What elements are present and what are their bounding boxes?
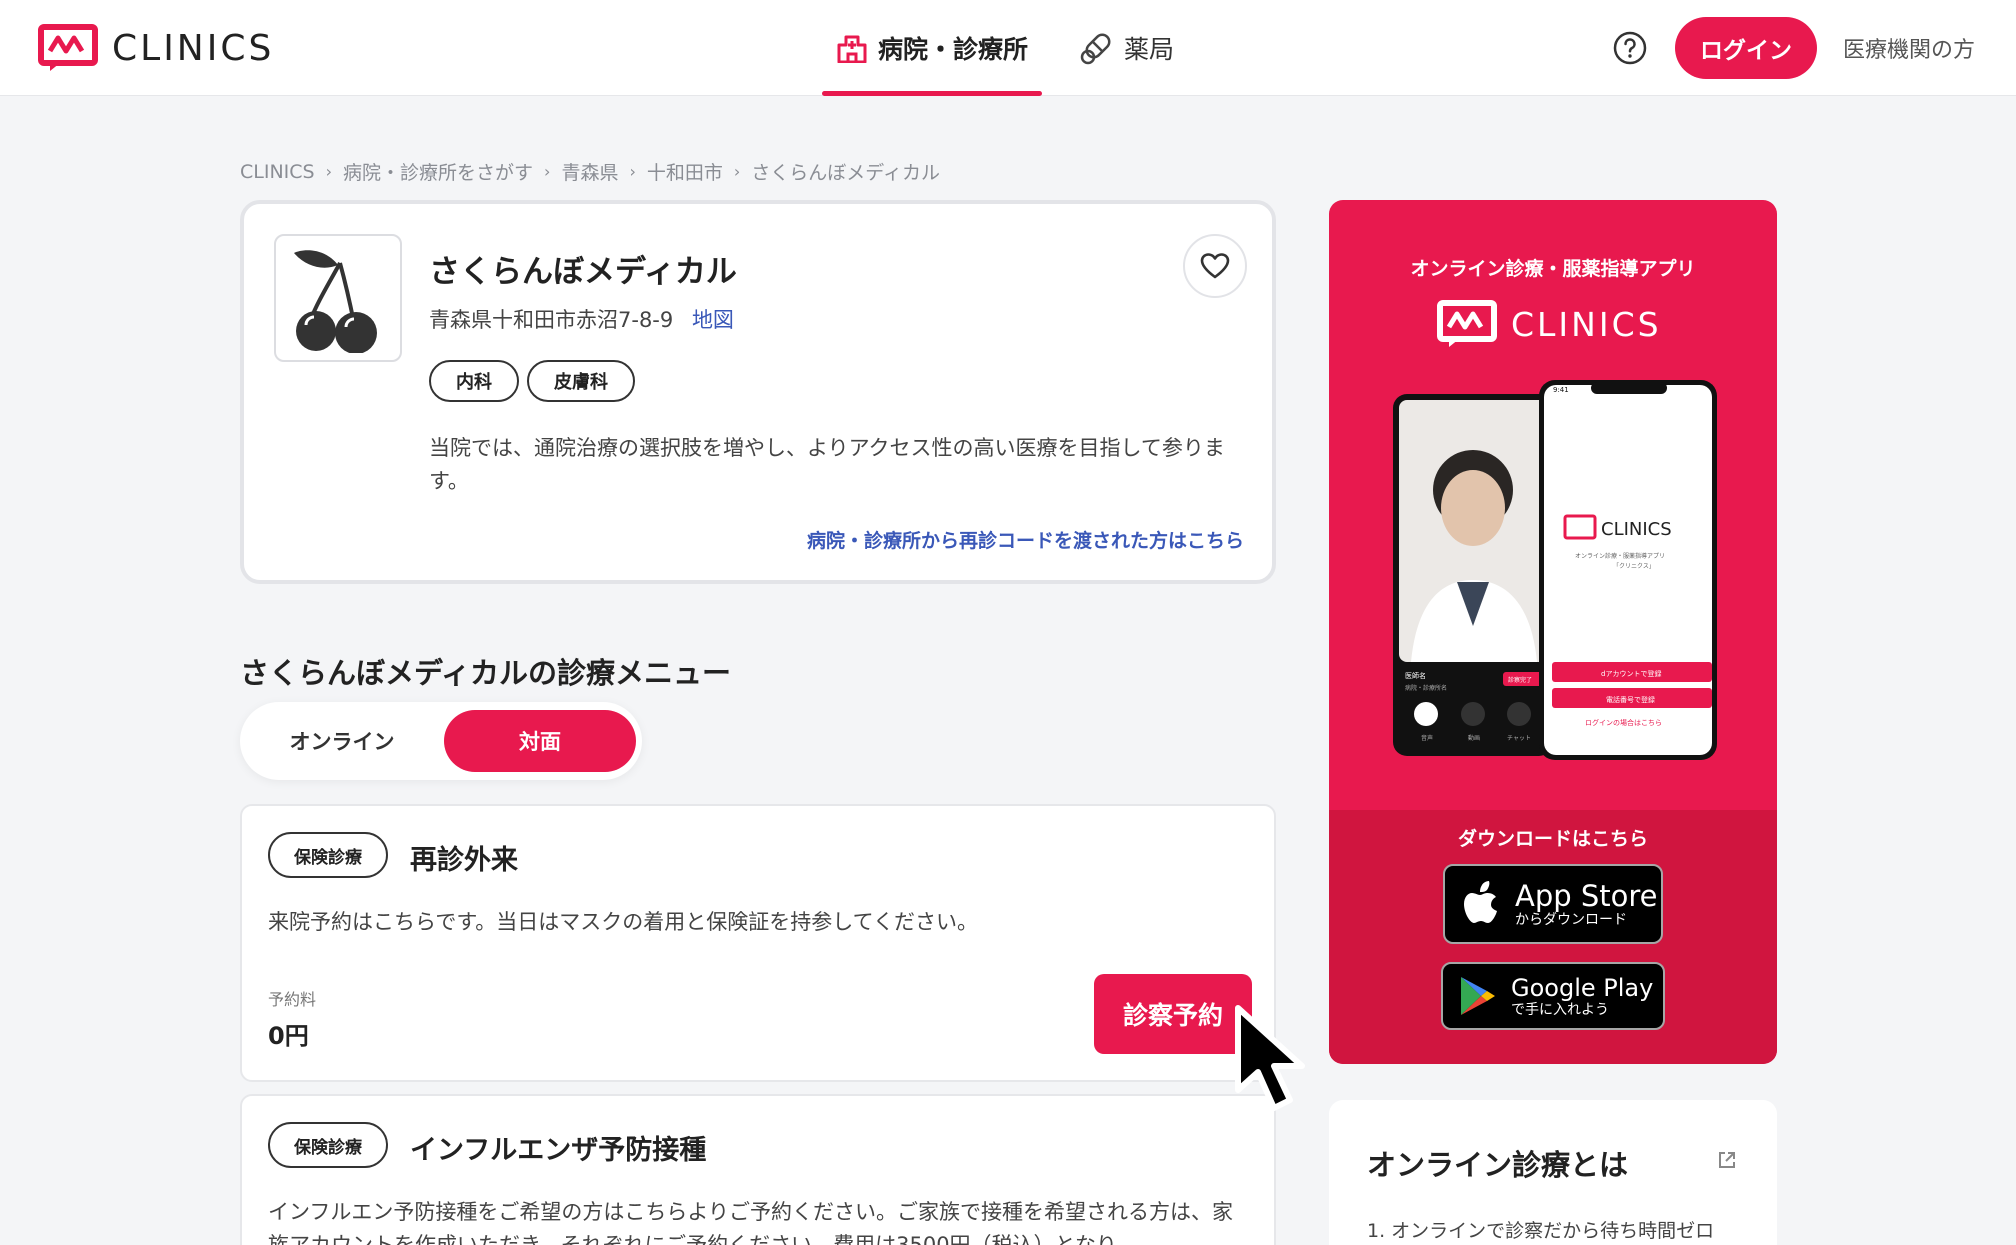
phone-doctor-label: 医師名 <box>1405 671 1426 680</box>
medical-institution-link[interactable]: 医療機関の方 <box>1843 32 1975 64</box>
site-header: CLINICS 病院・診療所 薬局 ログイン 医療機関の方 <box>0 0 2016 96</box>
download-title: ダウンロードはこちら <box>1457 828 1648 850</box>
chevron-right-icon: › <box>325 162 333 181</box>
clinic-name: さくらんぼメディカル <box>429 254 737 290</box>
main-nav: 病院・診療所 薬局 <box>822 0 1188 96</box>
breadcrumb-item[interactable]: 青森県 <box>561 158 618 185</box>
phone-tagline: オンライン診療・服薬指導アプリ <box>1575 552 1665 560</box>
phone-logo-text: CLINICS <box>1601 519 1672 540</box>
download-area: ダウンロードはこちら App Store からダウンロード Google Pla… <box>1329 810 1777 1064</box>
external-link-icon[interactable] <box>1717 1150 1737 1170</box>
app-phones-illustration: 医師名 病院・診療所名 診察完了 音声 動画 チャット 9:41 CLINICS… <box>1393 380 1717 760</box>
breadcrumb-item[interactable]: CLINICS <box>240 161 315 183</box>
insurance-badge: 保険診療 <box>268 832 388 878</box>
chevron-right-icon: › <box>733 162 741 181</box>
menu-section-title: さくらんぼメディカルの診療メニュー <box>240 656 731 690</box>
question-circle-icon[interactable] <box>1612 30 1648 66</box>
clinic-info-card: さくらんぼメディカル 青森県十和田市赤沼7-8-9 地図 内科 皮膚科 当院では… <box>240 200 1276 584</box>
clinics-logo-icon <box>38 24 98 71</box>
insurance-badge: 保険診療 <box>268 1122 388 1168</box>
nav-pharmacy-label: 薬局 <box>1124 35 1175 64</box>
app-promo-panel: オンライン診療・服薬指導アプリ CLINICS 医師名 病院・診療所名 診察完了… <box>1329 200 1777 1064</box>
phone-icon-label: チャット <box>1507 735 1531 742</box>
menu-card: 保険診療 インフルエンザ予防接種 インフルエン予防接種をご希望の方はこちらよりご… <box>240 1094 1276 1245</box>
department-tag: 皮膚科 <box>527 360 635 402</box>
apple-icon <box>1464 881 1497 923</box>
nav-pharmacy[interactable]: 薬局 <box>1066 0 1188 96</box>
fee-value: 0円 <box>268 1022 309 1050</box>
toggle-in-person[interactable]: 対面 <box>444 710 636 772</box>
google-play-sub-label: で手に入れよう <box>1511 1002 1609 1018</box>
about-item: 1. オンラインで診察だから待ち時間ゼロ <box>1367 1220 1715 1242</box>
menu-card: 保険診療 再診外来 来院予約はこちらです。当日はマスクの着用と保険証を持参してく… <box>240 804 1276 1082</box>
app-promo-title: オンライン診療・服薬指導アプリ <box>1410 258 1696 280</box>
app-store-main-label: App Store <box>1515 879 1658 913</box>
about-online-consultation-card: オンライン診療とは 1. オンラインで診察だから待ち時間ゼロ <box>1329 1100 1777 1245</box>
breadcrumb-item[interactable]: 十和田市 <box>647 158 723 185</box>
department-tags: 内科 皮膚科 <box>429 360 643 402</box>
phone-icon-label: 動画 <box>1468 734 1480 742</box>
phone-login-link: ログインの場合はこちら <box>1585 718 1662 727</box>
google-play-main-label: Google Play <box>1511 974 1654 1002</box>
app-logo-text: CLINICS <box>1511 304 1662 344</box>
hospital-icon <box>837 35 867 63</box>
menu-name: インフルエンザ予防接種 <box>410 1135 707 1166</box>
heart-icon <box>1200 253 1230 279</box>
map-link[interactable]: 地図 <box>692 308 734 332</box>
breadcrumb-item[interactable]: 病院・診療所をさがす <box>343 158 533 185</box>
clinic-address-text: 青森県十和田市赤沼7-8-9 <box>429 308 674 332</box>
department-tag: 内科 <box>429 360 519 402</box>
phone-done-badge: 診察完了 <box>1508 676 1532 684</box>
about-title: オンライン診療とは <box>1367 1148 1629 1182</box>
menu-description: 来院予約はこちらです。当日はマスクの着用と保険証を持参してください。 <box>268 910 979 934</box>
clinics-logo-icon <box>1437 300 1497 347</box>
clinics-logo[interactable]: CLINICS <box>38 24 274 72</box>
pill-icon <box>1080 33 1111 65</box>
google-play-icon <box>1461 977 1495 1015</box>
phone-icon-label: 音声 <box>1421 734 1433 742</box>
menu-description: インフルエン予防接種をご希望の方はこちらよりご予約ください。ご家族で接種を希望さ… <box>268 1200 1233 1245</box>
clinic-thumbnail <box>274 234 402 362</box>
phone-btn-label: dアカウントで登録 <box>1601 669 1661 678</box>
app-store-button[interactable]: App Store からダウンロード <box>1443 864 1663 944</box>
clinic-description: 当院では、通院治療の選択肢を増やし、よりアクセス性の高い医療を目指して参ります。 <box>429 436 1225 493</box>
login-button[interactable]: ログイン <box>1675 17 1817 79</box>
phone-tagline: 「クリニクス」 <box>1613 563 1655 570</box>
consultation-type-toggle: オンライン 対面 <box>240 702 642 780</box>
mouse-cursor-icon <box>1235 1005 1305 1111</box>
phone-btn-label: 電話番号で登録 <box>1606 695 1655 704</box>
toggle-online[interactable]: オンライン <box>246 710 438 772</box>
breadcrumb-current: さくらんぼメディカル <box>751 162 940 184</box>
favorite-button[interactable] <box>1183 234 1247 298</box>
nav-hospitals-label: 病院・診療所 <box>878 35 1029 64</box>
clinic-address: 青森県十和田市赤沼7-8-9 地図 <box>429 304 734 334</box>
logo-text: CLINICS <box>112 27 275 69</box>
nav-hospitals[interactable]: 病院・診療所 <box>822 0 1043 96</box>
cherry-icon <box>294 250 377 353</box>
fee-label: 予約料 <box>268 990 317 1009</box>
chevron-right-icon: › <box>544 162 551 181</box>
chevron-right-icon: › <box>629 162 636 181</box>
revisit-code-link[interactable]: 病院・診療所から再診コードを渡された方はこちら <box>807 526 1244 553</box>
google-play-button[interactable]: Google Play で手に入れよう <box>1441 962 1665 1030</box>
menu-name: 再診外来 <box>410 845 518 876</box>
phone-time: 9:41 <box>1553 386 1569 394</box>
app-store-sub-label: からダウンロード <box>1515 912 1627 928</box>
breadcrumb: CLINICS › 病院・診療所をさがす › 青森県 › 十和田市 › さくらん… <box>240 158 940 185</box>
app-logo: CLINICS <box>1437 300 1662 348</box>
phone-clinic-label: 病院・診療所名 <box>1405 684 1447 692</box>
reserve-button[interactable]: 診察予約 <box>1094 974 1252 1054</box>
